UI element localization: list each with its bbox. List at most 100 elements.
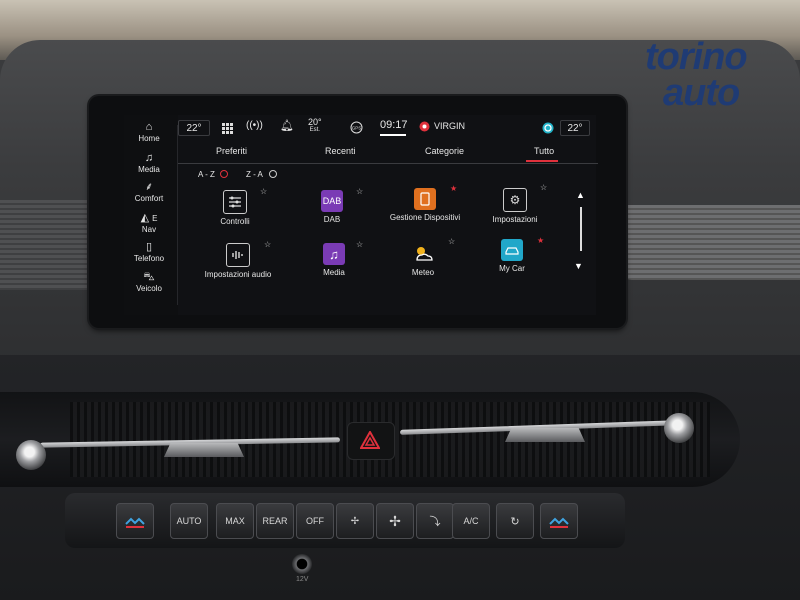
my-car-icon [501, 239, 523, 261]
dab-radio-icon: DAB [321, 190, 343, 212]
car-icon: ⛍ [143, 271, 155, 283]
sort-az-radio[interactable] [220, 170, 228, 178]
nav-item-comfort[interactable]: ⸙ Comfort [124, 181, 174, 203]
recirculation-icon: ↻ [510, 515, 520, 528]
favorite-star-icon[interactable]: ☆ [264, 240, 271, 249]
nav-item-veicolo[interactable]: ⛍ Veicolo [124, 271, 174, 293]
fan-up-button[interactable]: ✢ [376, 503, 414, 539]
app-label: Controlli [220, 217, 250, 226]
nav-rail: ⌂ Home ♫ Media ⸙ Comfort ◭ E Nav ▯ Telef… [124, 115, 178, 315]
logo-line-1: torino [645, 36, 748, 78]
tab-tutto[interactable]: Tutto [534, 146, 554, 156]
tab-preferiti[interactable]: Preferiti [216, 146, 247, 156]
left-side-vent [0, 200, 95, 290]
passenger-temperature[interactable]: 22° [560, 120, 590, 136]
compass-heading: E [152, 214, 158, 223]
chevron-up-icon[interactable]: ▲ [576, 190, 585, 200]
category-tabs: Preferiti Recenti Categorie Tutto [178, 143, 598, 164]
favorite-star-icon[interactable]: ☆ [540, 183, 547, 192]
sliders-icon [223, 190, 247, 214]
gear-icon: ⚙ [503, 188, 527, 212]
nav-item-label: Media [138, 165, 160, 174]
scrollbar[interactable] [580, 207, 582, 251]
seat-comfort-icon: ⸙ [144, 181, 154, 193]
left-vent-adjust-tab[interactable] [164, 443, 244, 457]
app-impostazioni-audio[interactable]: Impostazioni audio [203, 243, 273, 279]
app-label: Impostazioni [492, 215, 538, 224]
music-note-icon: ♫ [323, 243, 345, 265]
device-manager-icon [414, 188, 436, 210]
right-vent-knob[interactable] [664, 413, 694, 443]
home-icon: ⌂ [145, 121, 153, 133]
music-note-icon: ♫ [144, 152, 154, 164]
apps-grid-icon[interactable] [222, 123, 233, 134]
tab-categorie[interactable]: Categorie [425, 146, 464, 156]
gps-label: GPS [352, 126, 362, 131]
nav-item-home[interactable]: ⌂ Home [124, 121, 174, 143]
auto-climate-button[interactable]: AUTO [170, 503, 208, 539]
left-vent-knob[interactable] [16, 440, 46, 470]
ac-button[interactable]: A/C [452, 503, 490, 539]
recirculation-button[interactable]: ↻ [496, 503, 534, 539]
voice-assistant-icon[interactable]: ((•)) [246, 120, 263, 131]
max-label: MAX [225, 516, 245, 526]
climate-off-button[interactable]: OFF [296, 503, 334, 539]
fan-large-icon: ✢ [389, 512, 401, 529]
hazard-button[interactable] [355, 428, 385, 452]
driver-temp-value: 22° [186, 122, 202, 134]
airflow-mode-button[interactable]: ⤵ [416, 503, 454, 539]
nav-item-nav[interactable]: ◭ E Nav [124, 212, 174, 234]
logo-line-2: auto [663, 72, 740, 114]
driver-temperature[interactable]: 22° [178, 120, 210, 136]
app-gestione-dispositivi[interactable]: Gestione Dispositivi [388, 188, 462, 222]
seat-heat-icon [125, 517, 145, 528]
favorite-star-icon[interactable]: ☆ [448, 237, 455, 246]
navigation-arrow-icon: ◭ E [140, 212, 158, 224]
infotainment-screen: ⌂ Home ♫ Media ⸙ Comfort ◭ E Nav ▯ Telef… [124, 115, 598, 315]
external-temp-label: Est. [309, 127, 320, 133]
driver-seat-heat-button[interactable] [116, 503, 154, 539]
app-label: Impostazioni audio [204, 270, 272, 279]
active-tab-indicator [526, 160, 558, 162]
nav-item-label: Home [138, 134, 160, 143]
app-meteo[interactable]: Meteo [388, 243, 458, 277]
favorite-star-icon[interactable]: ☆ [356, 187, 363, 196]
power-outlet[interactable] [292, 554, 312, 574]
fan-down-button[interactable]: ✢ [336, 503, 374, 539]
notification-bell-icon[interactable]: 🔔︎ [280, 119, 294, 132]
nav-item-label: Nav [141, 225, 157, 234]
passenger-seat-heat-button[interactable] [540, 503, 578, 539]
right-side-vent [618, 205, 800, 280]
app-label: Gestione Dispositivi [389, 213, 461, 222]
favorite-star-icon[interactable]: ★ [450, 184, 457, 193]
rear-defrost-button[interactable]: REAR [256, 503, 294, 539]
rear-label: REAR [262, 516, 288, 526]
radio-station[interactable]: VIRGIN [434, 121, 465, 131]
sort-za-radio[interactable] [269, 170, 277, 178]
status-bar: 22° ((•)) 🔔︎ 20° Est. GPS 09:17 VIRGIN 2… [178, 115, 596, 139]
ac-label: A/C [463, 516, 479, 526]
off-label: OFF [306, 516, 324, 526]
favorite-star-icon[interactable]: ★ [537, 236, 544, 245]
phone-icon: ▯ [145, 241, 153, 253]
external-temp-value: 20° [308, 117, 322, 127]
airflow-icon: ⤵ [429, 516, 441, 528]
radio-logo-icon [419, 121, 430, 132]
nav-item-label: Veicolo [136, 284, 162, 293]
auto-label: AUTO [176, 516, 202, 526]
chevron-down-icon[interactable]: ▼ [574, 261, 583, 271]
tab-recenti[interactable]: Recenti [325, 146, 356, 156]
sort-za-option[interactable]: Z - A [246, 170, 263, 179]
power-outlet-label: 12V [296, 576, 309, 583]
right-vent-adjust-tab[interactable] [505, 428, 585, 442]
nav-item-media[interactable]: ♫ Media [124, 152, 174, 174]
app-impostazioni[interactable]: ⚙ Impostazioni [480, 188, 550, 224]
favorite-star-icon[interactable]: ☆ [260, 187, 267, 196]
alexa-icon[interactable] [542, 122, 554, 134]
nav-item-telefono[interactable]: ▯ Telefono [124, 241, 174, 263]
max-defrost-button[interactable]: MAX [216, 503, 254, 539]
sort-az-option[interactable]: A - Z [198, 170, 215, 179]
app-label: DAB [323, 215, 341, 224]
favorite-star-icon[interactable]: ☆ [356, 240, 363, 249]
gps-icon: GPS [350, 121, 363, 134]
